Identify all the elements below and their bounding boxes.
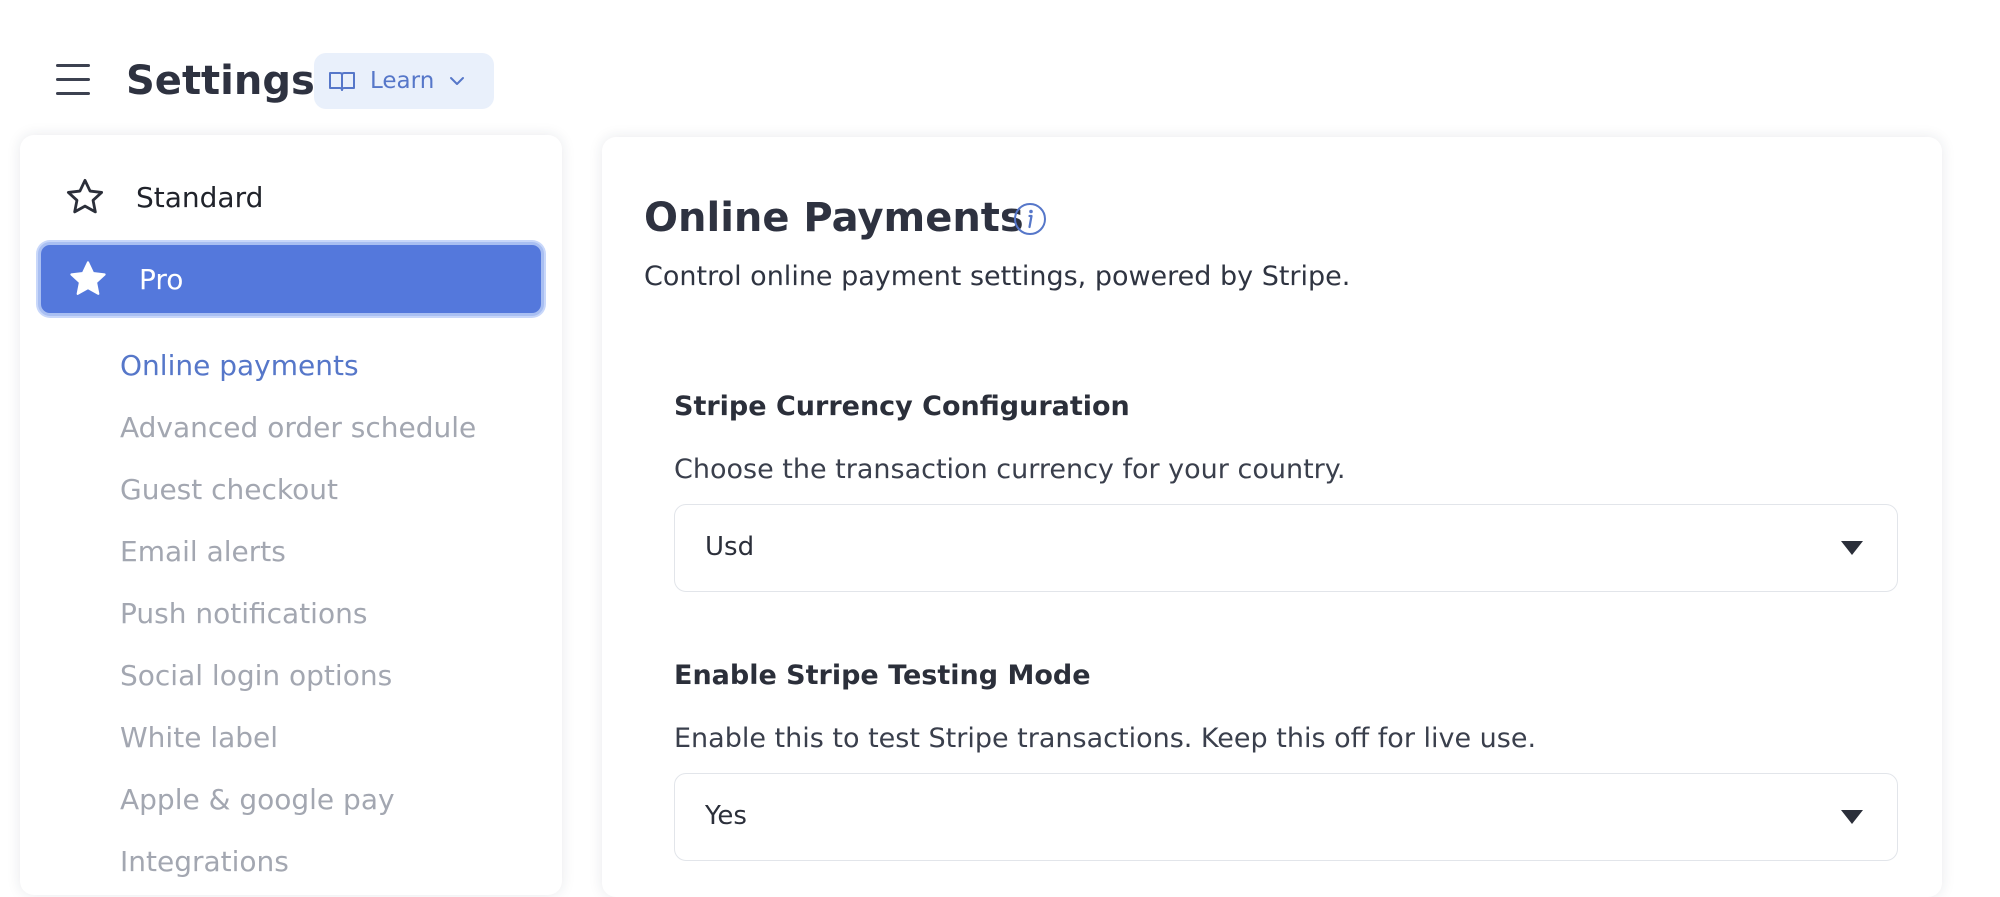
testing-mode-select[interactable]: Yes — [674, 773, 1898, 861]
book-icon — [329, 72, 355, 91]
tier-pro[interactable]: Pro — [38, 242, 544, 316]
nav-item-email-alerts[interactable]: Email alerts — [120, 521, 476, 583]
testing-mode-select-value: Yes — [705, 801, 747, 831]
nav-item-apple-google-pay[interactable]: Apple & google pay — [120, 769, 476, 831]
caret-down-icon — [1841, 810, 1863, 824]
tier-label: Standard — [136, 180, 264, 214]
nav-item-online-payments[interactable]: Online payments — [120, 335, 476, 397]
currency-config-title: Stripe Currency Configuration — [674, 391, 1130, 422]
nav-item-advanced-order-schedule[interactable]: Advanced order schedule — [120, 397, 476, 459]
info-icon[interactable] — [1012, 201, 1048, 237]
nav-item-integrations[interactable]: Integrations — [120, 831, 476, 893]
page-title: Settings — [126, 58, 315, 104]
tier-standard[interactable]: Standard — [38, 160, 544, 234]
testing-mode-title: Enable Stripe Testing Mode — [674, 660, 1091, 691]
top-bar: Settings Learn — [0, 0, 2000, 130]
nav-item-guest-checkout[interactable]: Guest checkout — [120, 459, 476, 521]
star-filled-icon — [70, 261, 106, 295]
section-heading: Online Payments — [644, 195, 1024, 241]
nav-item-social-login-options[interactable]: Social login options — [120, 645, 476, 707]
star-outline-icon — [66, 178, 104, 214]
hamburger-menu-icon[interactable] — [52, 62, 96, 100]
learn-dropdown-button[interactable]: Learn — [314, 53, 494, 109]
testing-mode-description: Enable this to test Stripe transactions.… — [674, 723, 1537, 754]
nav-item-white-label[interactable]: White label — [120, 707, 476, 769]
settings-panel: Online Payments Control online payment s… — [602, 137, 1942, 897]
pro-settings-nav: Online payments Advanced order schedule … — [120, 335, 476, 893]
tier-label: Pro — [139, 262, 184, 296]
learn-label: Learn — [370, 68, 435, 94]
caret-down-icon — [1841, 541, 1863, 555]
currency-select-value: Usd — [705, 532, 755, 562]
settings-sidebar: Standard Pro Online payments Advanced or… — [20, 135, 562, 895]
currency-select[interactable]: Usd — [674, 504, 1898, 592]
chevron-down-icon — [450, 77, 465, 85]
currency-config-description: Choose the transaction currency for your… — [674, 454, 1346, 485]
nav-item-push-notifications[interactable]: Push notifications — [120, 583, 476, 645]
section-description: Control online payment settings, powered… — [644, 261, 1351, 292]
